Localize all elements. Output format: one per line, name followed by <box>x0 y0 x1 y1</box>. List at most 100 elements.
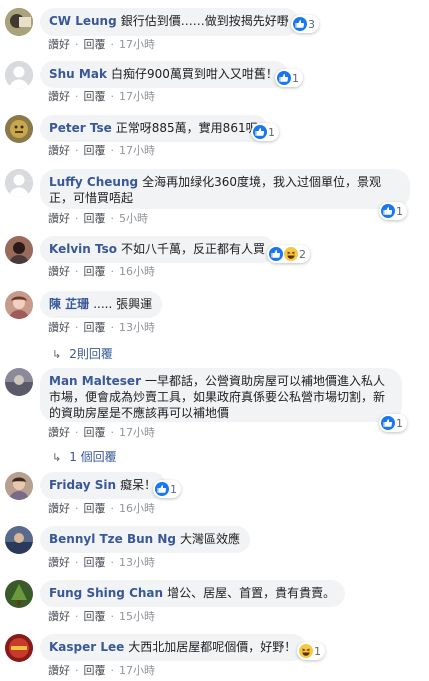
like-link[interactable]: 讚好 <box>48 90 70 103</box>
reply-arrow-icon: ↳ <box>52 348 62 361</box>
comment-text: 癡呆！ <box>120 478 157 492</box>
reply-link[interactable]: 回覆 <box>84 321 106 334</box>
comment-actions: 讚好 · 回覆 · 17小時 <box>48 662 155 678</box>
reaction-summary[interactable]: 1 <box>379 414 407 432</box>
like-link[interactable]: 讚好 <box>48 502 70 515</box>
like-link[interactable]: 讚好 <box>48 144 70 157</box>
avatar[interactable] <box>5 8 33 36</box>
comment-text: 增公、居屋、首置，貴有貴賣。 <box>167 586 336 600</box>
replies-count: 1 個回覆 <box>69 450 117 464</box>
avatar[interactable] <box>5 368 33 396</box>
default-avatar-icon[interactable] <box>5 61 33 89</box>
like-reaction-icon <box>381 204 395 218</box>
comment-time[interactable]: 17小時 <box>119 664 155 677</box>
reaction-summary[interactable]: 1 <box>251 123 279 141</box>
comment-actions: 讚好 · 回覆 · 15小時 <box>48 608 155 624</box>
separator-dot: · <box>75 502 79 515</box>
avatar[interactable] <box>5 526 33 554</box>
avatar[interactable] <box>5 115 33 143</box>
reply-link[interactable]: 回覆 <box>84 212 106 225</box>
reply-link[interactable]: 回覆 <box>84 502 106 515</box>
comment-author[interactable]: Man Malteser <box>49 374 141 388</box>
comment-time[interactable]: 16小時 <box>119 502 155 515</box>
comment-time[interactable]: 5小時 <box>119 212 148 225</box>
like-link[interactable]: 讚好 <box>48 321 70 334</box>
comment-author[interactable]: Shu Mak <box>49 67 107 81</box>
separator-dot: · <box>110 38 115 51</box>
comment-time[interactable]: 17小時 <box>119 426 155 439</box>
comment-bubble: Peter Tse 正常呀885萬，實用861呎 <box>40 115 268 142</box>
reply-link[interactable]: 回覆 <box>84 426 106 439</box>
comment-time[interactable]: 15小時 <box>119 610 155 623</box>
reaction-summary[interactable]: 3 <box>291 15 319 33</box>
avatar[interactable] <box>5 291 33 319</box>
comment-bubble: CW Leung 銀行估到價……做到按揭先好嘢 <box>40 8 299 36</box>
like-link[interactable]: 讚好 <box>48 265 70 278</box>
reaction-count: 1 <box>268 125 275 139</box>
replies-count: 2則回覆 <box>69 347 113 361</box>
like-link[interactable]: 讚好 <box>48 212 70 225</box>
separator-dot: · <box>75 144 79 157</box>
avatar[interactable] <box>5 472 33 500</box>
comment-author[interactable]: CW Leung <box>49 14 117 28</box>
like-reaction-icon <box>381 416 395 430</box>
like-link[interactable]: 讚好 <box>48 556 70 569</box>
comment-text: 正常呀885萬，實用861呎 <box>115 121 258 135</box>
like-link[interactable]: 讚好 <box>48 426 70 439</box>
comment-text: 大灣區效應 <box>180 532 241 546</box>
reaction-count: 1 <box>170 482 177 496</box>
haha-reaction-icon <box>299 644 313 658</box>
reply-link[interactable]: 回覆 <box>84 90 106 103</box>
reaction-summary[interactable]: 1 <box>379 202 407 220</box>
comment-actions: 讚好 · 回覆 · 16小時 <box>48 500 155 516</box>
comment-bubble: Shu Mak 白痴仔900萬買到咁入又咁舊！ <box>40 61 288 88</box>
separator-dot: · <box>110 502 115 515</box>
reply-link[interactable]: 回覆 <box>84 38 106 51</box>
reply-link[interactable]: 回覆 <box>84 556 106 569</box>
reply-link[interactable]: 回覆 <box>84 664 106 677</box>
comment-author[interactable]: Kelvin Tso <box>49 242 117 256</box>
comment-time[interactable]: 16小時 <box>119 265 155 278</box>
reaction-count: 1 <box>292 71 299 85</box>
separator-dot: · <box>110 664 115 677</box>
like-link[interactable]: 讚好 <box>48 610 70 623</box>
like-reaction-icon <box>277 71 291 85</box>
reply-link[interactable]: 回覆 <box>84 610 106 623</box>
comment-actions: 讚好 · 回覆 · 17小時 <box>48 424 155 440</box>
separator-dot: · <box>75 38 79 51</box>
separator-dot: · <box>110 610 115 623</box>
comment-bubble: Kelvin Tso 不如八千萬，反正都有人買 <box>40 236 275 263</box>
comment-time[interactable]: 17小時 <box>119 90 155 103</box>
comment-author[interactable]: Luffy Cheung <box>49 175 138 189</box>
comment-text: ..... 張興運 <box>93 297 153 311</box>
comment-time[interactable]: 17小時 <box>119 144 155 157</box>
comment-author[interactable]: Bennyl Tze Bun Ng <box>49 532 176 546</box>
reply-link[interactable]: 回覆 <box>84 144 106 157</box>
comment-author[interactable]: 陳 芷珊 <box>49 297 89 311</box>
comment-author[interactable]: Friday Sin <box>49 478 116 492</box>
reaction-summary[interactable]: 1 <box>153 480 181 498</box>
reaction-summary[interactable]: 1 <box>275 69 303 87</box>
comment-actions: 讚好 · 回覆 · 17小時 <box>48 142 155 158</box>
avatar[interactable] <box>5 634 33 662</box>
comment-time[interactable]: 17小時 <box>119 38 155 51</box>
reaction-count: 3 <box>308 17 315 31</box>
default-avatar-icon[interactable] <box>5 169 33 197</box>
view-replies-link[interactable]: ↳ 2則回覆 <box>52 345 113 362</box>
separator-dot: · <box>75 556 79 569</box>
avatar[interactable] <box>5 580 33 608</box>
comment-author[interactable]: Peter Tse <box>49 121 112 135</box>
reply-link[interactable]: 回覆 <box>84 265 106 278</box>
comment-time[interactable]: 13小時 <box>119 321 155 334</box>
like-link[interactable]: 讚好 <box>48 38 70 51</box>
separator-dot: · <box>75 321 79 334</box>
comment-author[interactable]: Kasper Lee <box>49 640 124 654</box>
avatar[interactable] <box>5 236 33 264</box>
separator-dot: · <box>75 610 79 623</box>
reaction-summary[interactable]: 1 <box>297 642 325 660</box>
comment-time[interactable]: 13小時 <box>119 556 155 569</box>
like-link[interactable]: 讚好 <box>48 664 70 677</box>
view-replies-link[interactable]: ↳ 1 個回覆 <box>52 448 117 465</box>
comment-author[interactable]: Fung Shing Chan <box>49 586 163 600</box>
reaction-summary[interactable]: 2 <box>267 245 310 263</box>
